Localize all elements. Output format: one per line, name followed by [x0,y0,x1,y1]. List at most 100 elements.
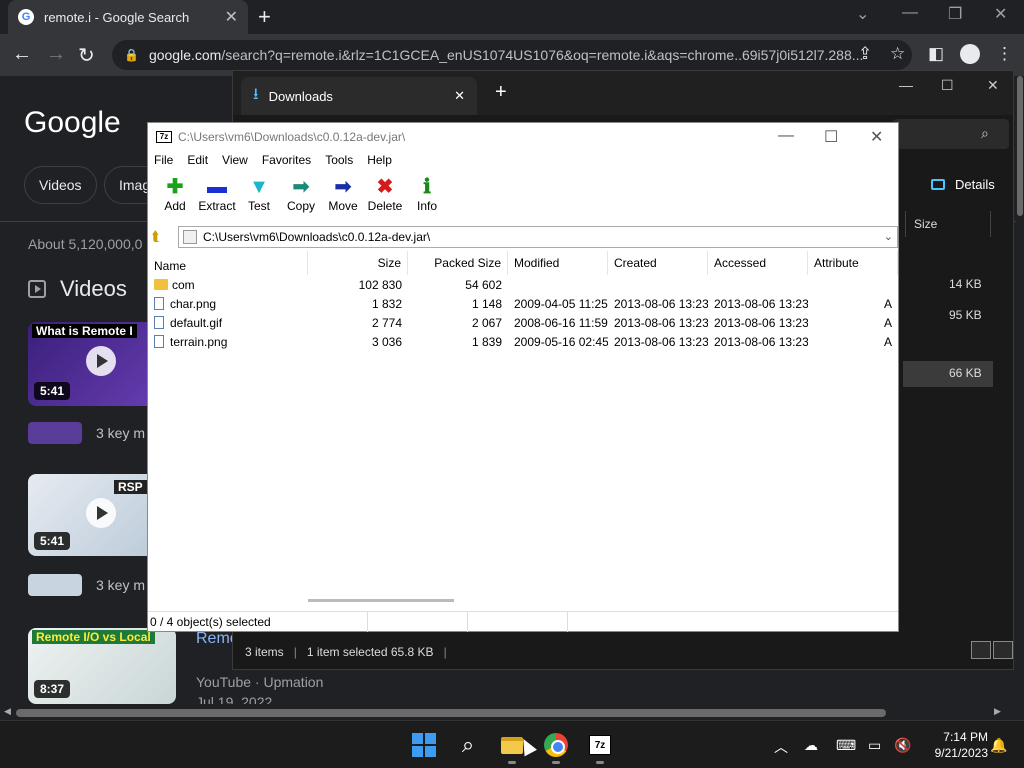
item-size: 3 036 [371,334,402,349]
onedrive-icon[interactable]: ☁ [804,737,818,754]
list-item[interactable]: char.png 1 832 1 148 2009-04-05 11:25 2013-0… [148,294,898,313]
page-horizontal-scrollbar[interactable]: ◀ ▶ [0,704,1016,720]
close-window-icon[interactable]: ✕ [870,127,883,147]
column-header-name[interactable]: Name [148,251,308,275]
notification-bell-icon[interactable]: 🔔 [990,737,1007,754]
scrollbar-thumb[interactable] [16,709,886,717]
restore-icon[interactable]: ❐ [948,4,962,24]
maximize-icon[interactable]: ☐ [941,77,954,94]
menu-help[interactable]: Help [367,153,392,173]
status-bar: 3 items | 1 item selected 65.8 KB | [233,637,1013,667]
tiles-view-icon[interactable] [993,641,1013,659]
minimize-icon[interactable]: — [899,77,913,93]
tab-search-icon[interactable]: ⌄ [856,4,869,24]
menu-tools[interactable]: Tools [325,153,353,173]
menu-edit[interactable]: Edit [187,153,208,173]
item-name: com [172,277,195,292]
clock[interactable]: 7:14 PM 9/21/2023 [916,729,988,761]
status-cell [468,611,568,632]
search-icon[interactable]: ⌕ [454,731,482,759]
menu-favorites[interactable]: Favorites [262,153,311,173]
file-icon [154,297,164,310]
close-window-icon[interactable]: ✕ [987,77,999,94]
new-tab-icon[interactable]: + [258,4,271,30]
video-thumbnail-3[interactable]: Remote I/O vs Local 8:37 [28,628,176,704]
info-button[interactable]: ℹ Info [406,175,448,221]
close-tab-icon[interactable]: ✕ [454,88,465,104]
details-view-icon[interactable] [971,641,991,659]
videos-heading-label: Videos [60,276,127,301]
page-vertical-scrollbar[interactable] [1016,76,1024,704]
chrome-taskbar[interactable] [542,731,570,759]
list-item[interactable]: default.gif 2 774 2 067 2008-06-16 11:59 201… [148,313,898,332]
key-moment-thumb [28,574,82,596]
minimize-icon[interactable]: — [902,4,918,22]
start-button[interactable] [410,731,438,759]
move-button[interactable]: ➡ Move [322,175,364,221]
forward-icon[interactable]: → [46,43,66,66]
list-item[interactable]: com 102 830 54 602 [148,275,898,294]
close-tab-icon[interactable]: ✕ [225,7,238,27]
new-tab-icon[interactable]: + [495,81,507,104]
share-icon[interactable]: ⇪ [858,44,872,64]
video-duration: 8:37 [34,680,71,698]
search-input[interactable] [893,119,1009,149]
lock-icon: 🔒 [124,48,139,62]
scroll-left-icon[interactable]: ◀ [4,706,11,717]
column-header-created[interactable]: Created [608,251,708,275]
bookmark-star-icon[interactable]: ☆ [890,44,905,64]
menu-view[interactable]: View [222,153,248,173]
google-logo[interactable]: Google [24,106,121,140]
horizontal-scrollbar[interactable] [148,597,898,609]
details-button[interactable]: Details [931,177,995,192]
chevron-up-icon[interactable]: ︿ [774,737,788,757]
folder-up-icon[interactable]: ⮬ [152,228,160,245]
address-combobox[interactable]: C:\Users\vm6\Downloads\c0.0.12a-dev.jar\… [178,226,898,248]
tab-downloads[interactable]: ⭳ Downloads ✕ [241,77,477,115]
item-packed: 1 839 [471,334,502,349]
profile-avatar-icon[interactable] [960,44,980,64]
minimize-icon[interactable]: — [778,127,794,145]
add-button[interactable]: ✚ Add [154,175,196,221]
tab-google-search[interactable]: G remote.i - Google Search ✕ [8,0,248,34]
column-header-size[interactable]: Size [308,251,408,275]
key-moments-1[interactable]: 3 key m [28,422,145,444]
keyboard-icon[interactable]: ⌨ [836,737,856,754]
menu-file[interactable]: File [154,153,173,173]
tool-label: Info [416,199,437,213]
reload-icon[interactable]: ↻ [78,43,95,68]
column-header-size[interactable]: Size [905,211,991,237]
item-name-cell: default.gif [148,316,308,330]
chip-videos[interactable]: Videos [24,166,97,204]
test-button[interactable]: ▼ Test [238,175,280,221]
side-panel-icon[interactable]: ◧ [928,44,944,64]
chrome-menu-icon[interactable]: ⋮ [996,44,1013,64]
scrollbar-thumb[interactable] [1017,76,1023,216]
video-caption: RSP [114,480,147,494]
search-icon[interactable]: ⌕ [981,125,989,142]
column-header-accessed[interactable]: Accessed [708,251,808,275]
maximize-icon[interactable]: ☐ [824,127,838,147]
extract-button[interactable]: ▬ Extract [196,175,238,221]
list-item[interactable]: terrain.png 3 036 1 839 2009-05-16 02:45 201… [148,332,898,351]
copy-button[interactable]: ➡ Copy [280,175,322,221]
sevenzip-taskbar[interactable]: 7z [586,731,614,759]
tool-label: Test [247,199,270,213]
key-moments-2[interactable]: 3 key m [28,574,145,596]
item-size: 1 832 [371,296,402,311]
scrollbar-thumb[interactable] [308,599,454,602]
close-window-icon[interactable]: ✕ [994,4,1007,24]
column-header-packed-size[interactable]: Packed Size [408,251,508,275]
back-icon[interactable]: ← [12,43,32,66]
sevenzip-icon: 7z [589,735,611,755]
scroll-right-icon[interactable]: ▶ [994,706,1001,717]
column-header-modified[interactable]: Modified [508,251,608,275]
delete-button[interactable]: ✖ Delete [364,175,406,221]
address-bar[interactable]: 🔒 google.com /search?q=remote.i&rlz=1C1G… [112,40,912,70]
status-bar: 0 / 4 object(s) selected [148,611,898,632]
volume-muted-icon[interactable]: 🔇 [894,737,911,754]
address-row: ⮬ C:\Users\vm6\Downloads\c0.0.12a-dev.ja… [148,225,898,249]
column-header-attributes[interactable]: Attribute [808,251,898,275]
chevron-down-icon[interactable]: ⌄ [884,230,893,243]
network-icon[interactable]: ▭ [868,737,881,754]
